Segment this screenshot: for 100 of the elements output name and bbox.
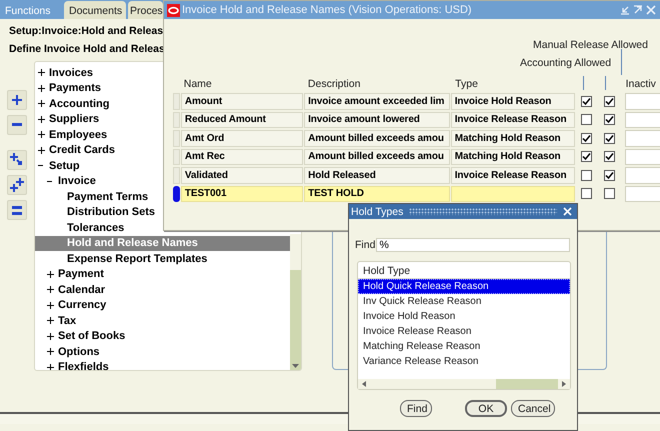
- tree-item[interactable]: Tax: [35, 313, 80, 328]
- name-field[interactable]: Validated: [180, 167, 304, 184]
- type-field[interactable]: Matching Hold Reason: [450, 148, 575, 165]
- tab[interactable]: Proces: [128, 1, 163, 19]
- right-arrow-icon[interactable]: [562, 381, 566, 387]
- checkbox[interactable]: [604, 188, 615, 200]
- list-item[interactable]: Inv Quick Release Reason: [358, 294, 570, 309]
- name-field[interactable]: Reduced Amount: [180, 112, 304, 128]
- plus-icon: [47, 270, 54, 278]
- collapse-button[interactable]: [7, 115, 27, 135]
- checkbox[interactable]: [581, 170, 592, 181]
- tree-item[interactable]: Flexfields: [35, 360, 112, 370]
- description-field[interactable]: Amount billed exceeds amou: [304, 148, 450, 165]
- expand-branch-button[interactable]: [7, 150, 27, 170]
- description-field[interactable]: Invoice amount exceeded lim: [304, 93, 450, 110]
- name-field[interactable]: Amt Ord: [180, 130, 304, 146]
- checkbox[interactable]: [581, 114, 592, 126]
- tree-item[interactable]: Suppliers: [35, 112, 102, 127]
- description-field[interactable]: Invoice amount lowered: [304, 112, 450, 128]
- tree-item[interactable]: Distribution Sets: [35, 204, 158, 220]
- left-arrow-icon[interactable]: [362, 381, 366, 387]
- checkbox[interactable]: [604, 96, 615, 107]
- date-field[interactable]: [624, 186, 660, 202]
- plus-icon: [11, 94, 23, 106]
- dialog-button[interactable]: Cancel: [511, 400, 555, 417]
- down-arrow-icon[interactable]: [292, 364, 299, 368]
- date-field[interactable]: [624, 167, 660, 184]
- tree-item[interactable]: Currency: [35, 298, 110, 313]
- type-field[interactable]: [450, 186, 575, 202]
- tab[interactable]: Documents: [64, 1, 126, 19]
- date-field[interactable]: [624, 93, 660, 110]
- tree-item[interactable]: Options: [35, 344, 103, 360]
- name-field[interactable]: TEST001: [180, 186, 304, 202]
- date-field[interactable]: [624, 112, 660, 128]
- type-field[interactable]: Matching Hold Reason: [450, 130, 575, 146]
- checkbox[interactable]: [581, 151, 592, 162]
- list-item[interactable]: Invoice Release Reason: [358, 324, 570, 339]
- plus-icon: [38, 116, 45, 123]
- tree-item[interactable]: Payments: [35, 80, 104, 96]
- tree-item[interactable]: Payment Terms: [35, 189, 152, 204]
- tree-item[interactable]: Invoice: [35, 174, 99, 189]
- plus-icon: [47, 364, 54, 370]
- tree-item[interactable]: Set of Books: [35, 328, 128, 344]
- column-header: Manual Release Allowed: [533, 39, 648, 51]
- tree-item[interactable]: Payment: [35, 266, 107, 282]
- type-field[interactable]: Invoice Release Reason: [450, 112, 575, 128]
- checkbox[interactable]: [581, 96, 592, 107]
- tree-item[interactable]: Accounting: [35, 96, 112, 112]
- tree-item[interactable]: Invoices: [35, 65, 96, 80]
- checkbox[interactable]: [604, 114, 615, 126]
- row-indicator[interactable]: [173, 186, 180, 202]
- list-item[interactable]: Matching Release Reason: [358, 339, 570, 354]
- dialog-button[interactable]: Find: [400, 400, 432, 417]
- name-field[interactable]: Amount: [180, 93, 304, 110]
- type-field[interactable]: Invoice Hold Reason: [450, 93, 575, 110]
- double-minus-icon: [11, 206, 23, 214]
- checkbox[interactable]: [604, 132, 615, 144]
- date-field[interactable]: [624, 148, 660, 165]
- plus-icon: [47, 348, 54, 356]
- date-field[interactable]: [624, 130, 660, 146]
- column-header: Name: [182, 78, 213, 92]
- plus-icon: [38, 69, 45, 76]
- find-field[interactable]: %: [376, 238, 570, 252]
- tree-item[interactable]: Setup: [35, 158, 83, 174]
- dialog-button[interactable]: OK: [465, 400, 507, 417]
- name-field[interactable]: Amt Rec: [180, 148, 304, 165]
- scrollbar[interactable]: [290, 234, 301, 370]
- type-field[interactable]: Invoice Release Reason: [450, 167, 575, 184]
- collapse-all-button[interactable]: [7, 200, 27, 220]
- plus-icon: [38, 131, 45, 138]
- description-field[interactable]: Amount billed exceeds amou: [304, 130, 450, 146]
- checkbox[interactable]: [581, 132, 592, 144]
- page-path: Setup:Invoice:Hold and Releas: [8, 25, 164, 37]
- checkbox[interactable]: [604, 170, 615, 181]
- logo-icon: [167, 4, 180, 16]
- minus-icon: [38, 165, 43, 166]
- column-header: Accounting Allowed: [520, 57, 612, 69]
- scroll-thumb[interactable]: [290, 234, 301, 270]
- column-header: Inactiv: [624, 78, 657, 92]
- list-item[interactable]: Variance Release Reason: [358, 354, 570, 369]
- tree-item[interactable]: Expense Report Templates: [35, 251, 210, 266]
- tree-item[interactable]: Credit Cards: [35, 142, 118, 158]
- plus-icon: [47, 317, 54, 324]
- find-label: Find: [355, 239, 376, 251]
- tree-item[interactable]: Employees: [35, 127, 110, 142]
- scrollbar[interactable]: [358, 379, 570, 389]
- page-heading: Define Invoice Hold and Releas: [8, 43, 165, 55]
- expand-all-button[interactable]: [7, 175, 27, 195]
- plus-arrow-icon: [10, 153, 24, 167]
- description-field[interactable]: Hold Released: [304, 167, 450, 184]
- list-item[interactable]: Hold Quick Release Reason: [358, 279, 570, 294]
- dialog-title: Hold Types: [351, 206, 404, 218]
- list-item[interactable]: Invoice Hold Reason: [358, 309, 570, 324]
- checkbox[interactable]: [581, 188, 592, 200]
- expand-button[interactable]: [7, 90, 27, 110]
- tree-item[interactable]: Tolerances: [35, 220, 128, 236]
- description-field[interactable]: TEST HOLD: [304, 186, 450, 202]
- tree-item[interactable]: Calendar: [35, 282, 108, 298]
- tree-item[interactable]: Hold and Release Names: [35, 236, 290, 251]
- checkbox[interactable]: [604, 151, 615, 162]
